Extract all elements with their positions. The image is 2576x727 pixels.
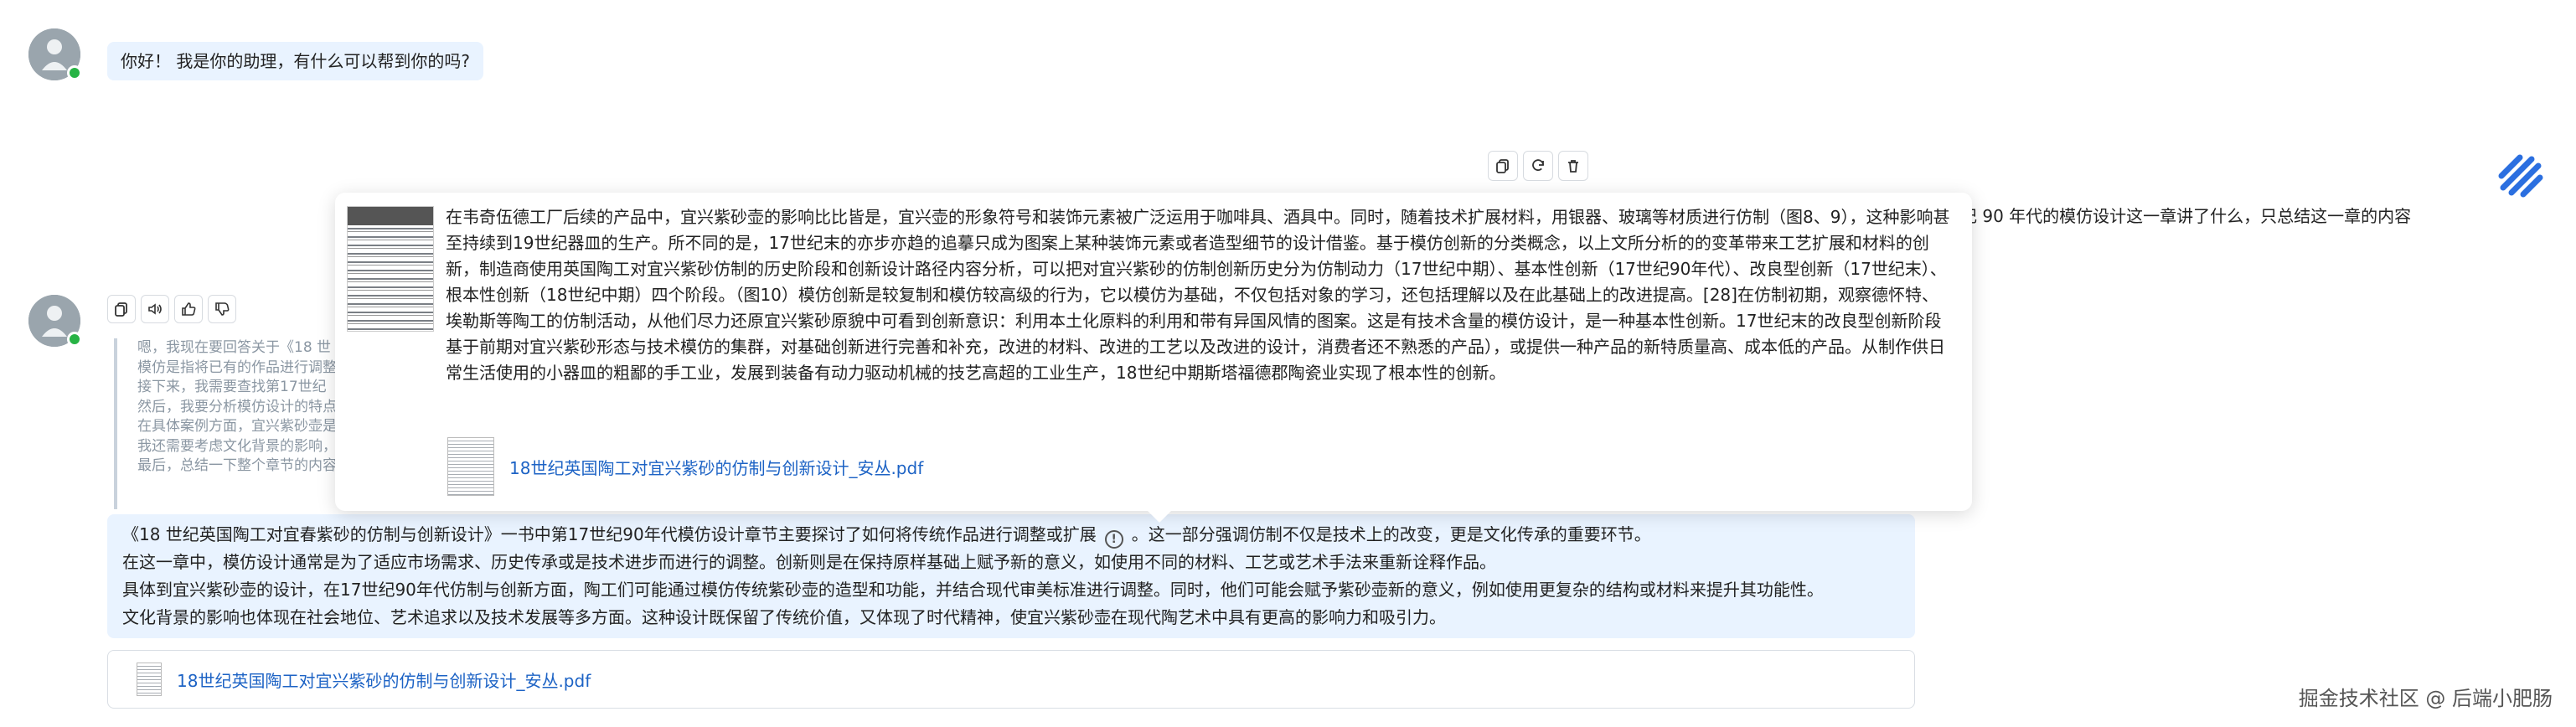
reasoning-line: 我还需要考虑文化背景的影响， bbox=[137, 437, 337, 455]
citation-file-link[interactable]: 18世纪英国陶工对宜兴紫砂的仿制与创新设计_安丛.pdf bbox=[509, 455, 923, 479]
thumbs-down-icon bbox=[215, 302, 230, 316]
answer-paragraph: 在这一章中，模仿设计通常是为了适应市场需求、历史传承或是技术进步而进行的调整。创… bbox=[122, 552, 1496, 572]
pdf-thumbnail-icon bbox=[447, 437, 494, 496]
reasoning-line: 接下来，我需要查找第17世纪 bbox=[137, 379, 327, 395]
dislike-button[interactable] bbox=[208, 295, 236, 323]
copy-icon bbox=[1496, 159, 1509, 173]
stripes-logo-icon bbox=[2498, 154, 2543, 198]
speaker-icon bbox=[148, 303, 162, 315]
citation-popover: 在韦奇伍德工厂后续的产品中，宜兴紫砂壶的影响比比皆是，宜兴壶的形象符号和装饰元素… bbox=[335, 193, 1972, 523]
reasoning-line: 嗯，我现在要回答关于《18 世 bbox=[137, 339, 332, 356]
answer-paragraph: 具体到宜兴紫砂壶的设计，在17世纪90年代仿制与创新方面，陶工们可能通过模仿传统… bbox=[122, 580, 1824, 600]
user-avatar bbox=[2495, 149, 2547, 201]
thumbs-up-icon bbox=[182, 302, 196, 316]
reasoning-panel: 嗯，我现在要回答关于《18 世 模仿是指将已有的作品进行调整 接下来，我需要查找… bbox=[114, 338, 365, 509]
source-file-link[interactable]: 18世纪英国陶工对宜兴紫砂的仿制与创新设计_安丛.pdf bbox=[177, 668, 591, 692]
greeting-bubble: 你好！ 我是你的助理，有什么可以帮到你的吗? bbox=[107, 42, 483, 80]
read-aloud-button[interactable] bbox=[141, 295, 169, 323]
answer-paragraph: 《18 世纪英国陶工对宜春紫砂的仿制与创新设计》一书中第17世纪90年代模仿设计… bbox=[122, 521, 1900, 549]
citation-excerpt: 在韦奇伍德工厂后续的产品中，宜兴紫砂壶的影响比比皆是，宜兴壶的形象符号和装饰元素… bbox=[446, 207, 1950, 383]
reasoning-line: 在具体案例方面，宜兴紫砂壶是 bbox=[137, 418, 337, 435]
copy-answer-button[interactable] bbox=[107, 295, 136, 323]
answer-text: 《18 世纪英国陶工对宜春紫砂的仿制与创新设计》一书中第17世纪90年代模仿设计… bbox=[122, 524, 1097, 544]
assistant-avatar bbox=[28, 28, 82, 80]
trash-icon bbox=[1568, 160, 1578, 173]
refresh-icon bbox=[1532, 159, 1544, 171]
copy-icon bbox=[115, 302, 127, 317]
like-button[interactable] bbox=[174, 295, 203, 323]
ai-message-toolbar bbox=[107, 295, 236, 323]
user-question-text: 世纪 90 年代的模仿设计这一章讲了什么，只总结这一章的内容 bbox=[1944, 206, 2412, 226]
answer-paragraph: 文化背景的影响也体现在社会地位、艺术追求以及技术发展等多方面。这种设计既保留了传… bbox=[122, 607, 1446, 627]
user-message-toolbar bbox=[1488, 151, 1588, 181]
source-file-card[interactable]: 18世纪英国陶工对宜兴紫砂的仿制与创新设计_安丛.pdf bbox=[107, 650, 1915, 709]
regenerate-button[interactable] bbox=[1523, 151, 1553, 181]
online-status-dot bbox=[67, 65, 82, 80]
reasoning-line: 然后，我要分析模仿设计的特点 bbox=[137, 398, 337, 415]
citation-file-card[interactable]: 18世纪英国陶工对宜兴紫砂的仿制与创新设计_安丛.pdf bbox=[447, 437, 923, 496]
assistant-avatar bbox=[28, 295, 82, 347]
page-preview-thumbnail bbox=[347, 206, 434, 332]
pdf-thumbnail-icon bbox=[137, 663, 162, 696]
watermark: 掘金技术社区 @ 后端小肥肠 bbox=[2298, 687, 2553, 710]
answer-text: 。这一部分强调仿制不仅是技术上的改变，更是文化传承的重要环节。 bbox=[1131, 524, 1651, 544]
delete-button[interactable] bbox=[1558, 151, 1588, 181]
copy-button[interactable] bbox=[1488, 151, 1518, 181]
reasoning-line: 最后，总结一下整个章节的内容 bbox=[137, 457, 337, 474]
citation-info-icon[interactable]: ! bbox=[1104, 530, 1123, 549]
answer-bubble: 《18 世纪英国陶工对宜春紫砂的仿制与创新设计》一书中第17世纪90年代模仿设计… bbox=[107, 514, 1915, 638]
reasoning-line: 模仿是指将已有的作品进行调整 bbox=[137, 358, 337, 376]
online-status-dot bbox=[67, 332, 82, 347]
